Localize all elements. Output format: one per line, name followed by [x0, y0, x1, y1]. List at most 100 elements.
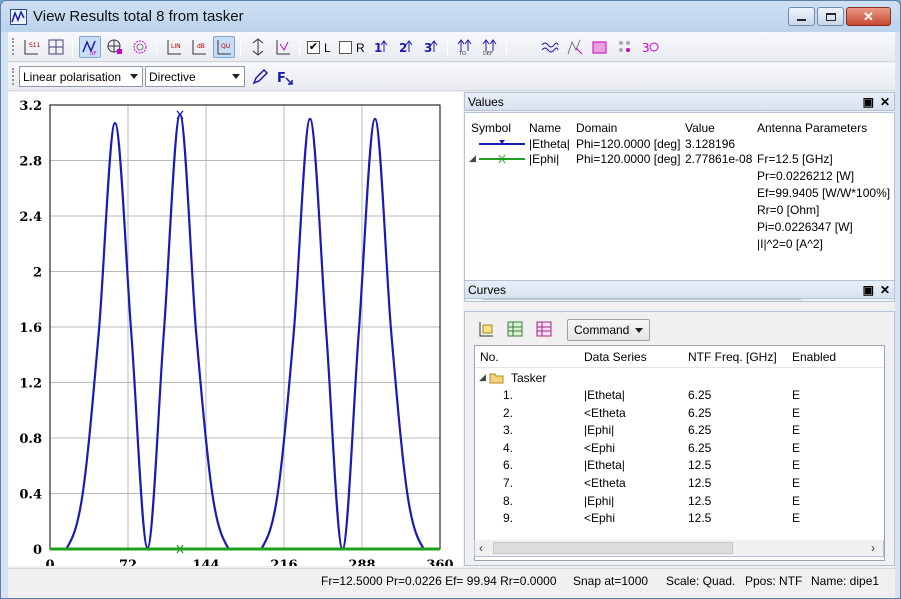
command-button[interactable]: Command	[567, 319, 651, 341]
x-tick-label: 360	[426, 558, 453, 566]
plot-area[interactable]: 00.40.81.21.622.42.83.2072144216288360Ph…	[8, 92, 463, 566]
checkbox-r-label: R	[356, 41, 365, 55]
axis-limits-icon[interactable]	[247, 36, 269, 58]
folder-icon	[489, 373, 504, 384]
curves-col-no[interactable]: No.	[480, 350, 499, 364]
svg-text:3: 3	[424, 41, 432, 55]
values-col-symbol[interactable]: Symbol	[471, 121, 511, 135]
restore-icon[interactable]: ▣	[863, 95, 874, 109]
marker-x[interactable]	[176, 110, 184, 120]
series-line-etheta[interactable]	[49, 113, 440, 551]
title-bar[interactable]: View Results total 8 from tasker ✕	[1, 1, 900, 32]
antenna-param: Rr=0 [Ohm]	[757, 203, 820, 217]
toolbar-grip[interactable]	[12, 38, 16, 55]
y-tick-label: 0.4	[19, 488, 42, 503]
chevron-down-icon	[130, 74, 138, 79]
values-col-name[interactable]: Name	[529, 121, 561, 135]
svg-text:1: 1	[374, 41, 382, 55]
pencil-icon[interactable]	[249, 66, 271, 88]
y-tick-label: 0.8	[19, 432, 42, 447]
polarisation-select[interactable]: Linear polarisation	[19, 66, 143, 87]
gain-select[interactable]: Directive	[145, 66, 245, 87]
scroll-thumb[interactable]	[493, 542, 733, 554]
s11-chart-icon[interactable]: S11	[20, 36, 42, 58]
antenna-param: Pi=0.0226347 [W]	[757, 220, 853, 234]
3d-pattern-icon[interactable]	[129, 36, 151, 58]
smith-grid-icon[interactable]	[45, 36, 67, 58]
curves-col-enabled[interactable]: Enabled	[792, 350, 836, 364]
maximize-button[interactable]	[817, 7, 844, 26]
status-scale: Scale: Quad.	[666, 574, 736, 588]
app-window: View Results total 8 from tasker ✕ S11 N…	[0, 0, 901, 599]
curve-row-freq: 6.25	[688, 388, 712, 402]
marker-def-icon[interactable]: DEF	[479, 36, 501, 58]
curve-row-no: 3.	[503, 423, 514, 438]
main-toolbar: S11 NF LIN dB QU ✔ L R 1 2 3 TO DEF 3	[8, 32, 895, 62]
svg-text:2: 2	[399, 41, 407, 55]
curve-row-series: <Etheta	[584, 405, 626, 420]
db-scale-icon[interactable]: dB	[188, 36, 210, 58]
checkbox-r[interactable]	[339, 41, 352, 54]
close-icon[interactable]: ✕	[880, 283, 890, 297]
svg-text:F: F	[277, 71, 286, 86]
curve-3d-icon[interactable]: 3	[639, 36, 661, 58]
minimize-button[interactable]	[788, 7, 815, 26]
curve-row-series: <Ephi	[584, 511, 616, 526]
chevron-down-icon	[635, 327, 644, 333]
checkbox-l-label: L	[324, 41, 331, 55]
collapse-arrow-icon[interactable]: ◢	[479, 372, 486, 383]
marker-3-icon[interactable]: 3	[420, 36, 442, 58]
values-row-name: |Etheta|	[529, 137, 570, 151]
curves-col-series[interactable]: Data Series	[584, 350, 647, 364]
cartesian-plot-icon[interactable]: NF	[79, 36, 101, 58]
curve-row-series: |Ephi|	[584, 423, 615, 438]
plot-options-toolbar: Linear polarisation Directive F	[8, 63, 895, 91]
scroll-left-icon[interactable]: ‹	[479, 541, 483, 555]
curve-edit-icon[interactable]	[564, 36, 586, 58]
series-symbol	[479, 140, 525, 145]
marker-2-icon[interactable]: 2	[395, 36, 417, 58]
close-icon[interactable]: ✕	[880, 95, 890, 109]
svg-text:TO: TO	[458, 51, 466, 56]
curve-row-enabled: E	[792, 476, 801, 490]
values-row-domain: Phi=120.0000 [deg]	[576, 137, 681, 151]
values-row-name: |Ephi|	[529, 152, 560, 166]
y-tick-label: 2.8	[19, 155, 42, 170]
curve-table-alt-icon[interactable]	[533, 318, 555, 340]
toolbar-grip[interactable]	[12, 68, 16, 85]
curves-col-freq[interactable]: NTF Freq. [GHz]	[688, 350, 777, 364]
function-icon[interactable]: F	[274, 66, 296, 88]
marker-to-icon[interactable]: TO	[454, 36, 476, 58]
curve-row-freq: 12.5	[688, 476, 712, 490]
antenna-param: Fr=12.5 [GHz]	[757, 152, 833, 166]
linear-scale-icon[interactable]: LIN	[163, 36, 185, 58]
line-chart[interactable]: 00.40.81.21.622.42.83.2072144216288360Ph…	[8, 92, 463, 566]
curves-hscrollbar[interactable]: ‹ ›	[474, 540, 884, 557]
checkbox-l[interactable]: ✔	[307, 41, 320, 54]
curve-table-icon[interactable]	[504, 318, 526, 340]
marker-1-icon[interactable]: 1	[370, 36, 392, 58]
quad-scale-icon[interactable]: QU	[213, 36, 235, 58]
svg-text:3: 3	[642, 41, 650, 55]
curve-row-freq: 12.5	[688, 458, 712, 473]
add-curve-icon[interactable]	[475, 318, 497, 340]
curve-row-no: 9.	[503, 511, 514, 526]
x-tick-label: 288	[348, 558, 375, 566]
close-button[interactable]: ✕	[846, 7, 891, 26]
restore-icon[interactable]: ▣	[863, 283, 874, 297]
values-col-domain[interactable]: Domain	[576, 121, 617, 135]
antenna-param: |I|^2=0 [A^2]	[757, 237, 823, 251]
scroll-right-icon[interactable]: ›	[871, 541, 875, 555]
antenna-param: Ef=99.9405 [W/W*100%]	[757, 186, 891, 200]
curve-row-series: <Ephi	[584, 440, 616, 455]
axis-settings-icon[interactable]	[272, 36, 294, 58]
polar-plot-icon[interactable]	[104, 36, 126, 58]
curve-style-icon[interactable]	[539, 36, 561, 58]
values-col-antenna[interactable]: Antenna Parameters	[757, 121, 867, 135]
curve-row-no: 1.	[503, 388, 514, 402]
expand-arrow-icon[interactable]: ◢	[469, 153, 476, 164]
curve-row-series: |Ephi|	[584, 493, 615, 508]
curve-color-icon[interactable]	[589, 36, 611, 58]
values-col-value[interactable]: Value	[685, 121, 715, 135]
curve-dots-icon[interactable]	[614, 36, 636, 58]
